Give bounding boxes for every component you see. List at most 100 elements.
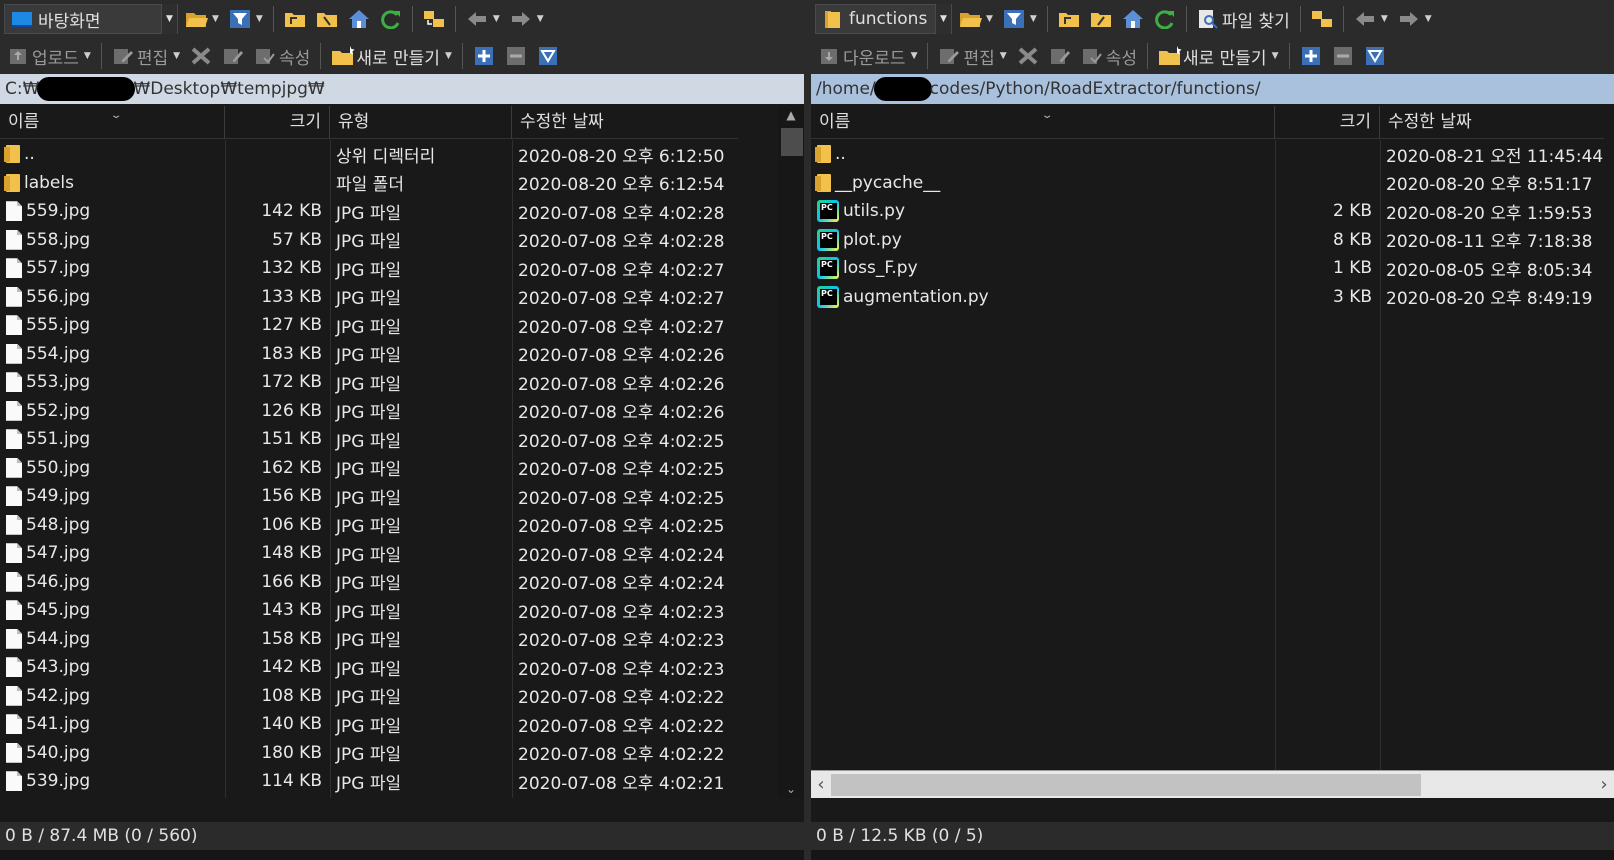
column-header-size[interactable]: 크기 [1275, 106, 1380, 139]
file-name: 545.jpg [26, 600, 91, 621]
parent-folder-button[interactable] [1055, 4, 1083, 34]
parent-folder-button[interactable] [281, 4, 309, 34]
file-row[interactable]: utils.py 2 KB 2020-08-20 오후 1:59:53 [811, 197, 1614, 226]
properties-button[interactable]: 속성 [251, 41, 313, 71]
right-file-list[interactable]: 이름 ⌄ 크기 수정한 날짜 .. 2020-08-21 오전 11:45:44 __… [811, 106, 1614, 798]
left-location-combo[interactable]: 바탕화면 ▼ [4, 4, 178, 34]
chevron-down-icon[interactable]: ▼ [161, 4, 177, 34]
scroll-right-icon[interactable]: › [1594, 771, 1614, 798]
edit-button[interactable]: 편집 ▼ [935, 41, 1009, 71]
file-name-cell: .. [811, 144, 1275, 164]
deselect-button[interactable] [502, 41, 530, 71]
forward-button[interactable]: ▼ [507, 4, 547, 34]
right-horizontal-scrollbar[interactable]: ‹ › [811, 770, 1614, 798]
sync-browse-button[interactable] [420, 4, 448, 34]
pane-splitter[interactable] [804, 0, 811, 860]
right-path-bar[interactable]: /home/codes/Python/RoadExtractor/functio… [811, 74, 1614, 104]
file-row[interactable]: 559.jpg 142 KB JPG 파일 2020-07-08 오후 4:02:28 [0, 197, 804, 226]
filter-button[interactable]: ▼ [226, 4, 266, 34]
rename-button[interactable] [1046, 41, 1074, 71]
file-row[interactable]: 544.jpg 158 KB JPG 파일 2020-07-08 오후 4:02:23 [0, 625, 804, 654]
filter-button[interactable]: ▼ [1000, 4, 1040, 34]
home-button[interactable] [345, 4, 373, 34]
new-button[interactable]: 새로 만들기 ▼ [1155, 41, 1282, 71]
home-button[interactable] [1119, 4, 1147, 34]
file-row[interactable]: 545.jpg 143 KB JPG 파일 2020-07-08 오후 4:02:23 [0, 596, 804, 625]
download-button[interactable]: 다운로드 ▼ [815, 41, 920, 71]
back-button[interactable]: ▼ [463, 4, 503, 34]
scroll-up-icon[interactable]: ▲ [778, 108, 804, 122]
root-folder-icon [1090, 9, 1112, 29]
select-all-button[interactable] [470, 41, 498, 71]
file-name: 541.jpg [26, 714, 91, 735]
right-location-combo[interactable]: functions ▼ [815, 4, 952, 34]
file-row[interactable]: labels 파일 폴더 2020-08-20 오후 6:12:54 [0, 169, 804, 198]
file-type: JPG 파일 [336, 716, 402, 737]
file-row[interactable]: 555.jpg 127 KB JPG 파일 2020-07-08 오후 4:02:27 [0, 311, 804, 340]
file-row[interactable]: 552.jpg 126 KB JPG 파일 2020-07-08 오후 4:02:26 [0, 397, 804, 426]
left-path-bar[interactable]: C:₩ ₩Desktop₩tempjpg₩ [0, 74, 804, 104]
refresh-button[interactable] [377, 4, 405, 34]
file-row[interactable]: .. 상위 디렉터리 2020-08-20 오후 6:12:50 [0, 140, 804, 169]
column-header-name[interactable]: 이름 ⌄ [0, 106, 225, 139]
file-row[interactable]: 543.jpg 142 KB JPG 파일 2020-07-08 오후 4:02:23 [0, 653, 804, 682]
delete-button[interactable] [187, 41, 215, 71]
open-folder-button[interactable]: ▼ [956, 4, 996, 34]
redacted-username [873, 77, 932, 101]
file-row[interactable]: loss_F.py 1 KB 2020-08-05 오후 8:05:34 [811, 254, 1614, 283]
properties-button[interactable]: 속성 [1078, 41, 1140, 71]
file-row[interactable]: 540.jpg 180 KB JPG 파일 2020-07-08 오후 4:02:22 [0, 739, 804, 768]
column-header-size[interactable]: 크기 [225, 106, 330, 139]
file-row[interactable]: 556.jpg 133 KB JPG 파일 2020-07-08 오후 4:02:27 [0, 283, 804, 312]
file-row[interactable]: 542.jpg 108 KB JPG 파일 2020-07-08 오후 4:02:22 [0, 682, 804, 711]
column-header-modified[interactable]: 수정한 날짜 [512, 106, 738, 139]
rename-button[interactable] [219, 41, 247, 71]
left-vertical-scrollbar[interactable]: ▲ ⌄ [778, 106, 804, 798]
file-row[interactable]: 550.jpg 162 KB JPG 파일 2020-07-08 오후 4:02:25 [0, 454, 804, 483]
file-row[interactable]: augmentation.py 3 KB 2020-08-20 오후 8:49:19 [811, 283, 1614, 312]
sync-browse-button[interactable] [1308, 4, 1336, 34]
upload-button[interactable]: 업로드 ▼ [4, 41, 94, 71]
refresh-button[interactable] [1151, 4, 1179, 34]
file-row[interactable]: 557.jpg 132 KB JPG 파일 2020-07-08 오후 4:02:27 [0, 254, 804, 283]
scroll-left-icon[interactable]: ‹ [811, 771, 831, 798]
scroll-thumb[interactable] [781, 128, 803, 156]
file-row[interactable]: .. 2020-08-21 오전 11:45:44 [811, 140, 1614, 169]
select-all-button[interactable] [1297, 41, 1325, 71]
column-header-name[interactable]: 이름 ⌄ [811, 106, 1275, 139]
forward-button[interactable]: ▼ [1395, 4, 1435, 34]
file-row[interactable]: 551.jpg 151 KB JPG 파일 2020-07-08 오후 4:02:25 [0, 425, 804, 454]
file-row[interactable]: __pycache__ 2020-08-20 오후 8:51:17 [811, 169, 1614, 198]
scroll-down-icon[interactable]: ⌄ [778, 782, 804, 796]
deselect-button[interactable] [1329, 41, 1357, 71]
bottom-strip [0, 850, 804, 860]
filter-select-button[interactable] [534, 41, 562, 71]
file-row[interactable]: 558.jpg 57 KB JPG 파일 2020-07-08 오후 4:02:28 [0, 226, 804, 255]
column-header-type[interactable]: 유형 [330, 106, 512, 139]
file-row[interactable]: 539.jpg 114 KB JPG 파일 2020-07-08 오후 4:02:21 [0, 767, 804, 796]
back-button[interactable]: ▼ [1351, 4, 1391, 34]
edit-button[interactable]: 편집 ▼ [109, 41, 183, 71]
file-row[interactable]: 549.jpg 156 KB JPG 파일 2020-07-08 오후 4:02:25 [0, 482, 804, 511]
delete-button[interactable] [1014, 41, 1042, 71]
file-row[interactable]: 554.jpg 183 KB JPG 파일 2020-07-08 오후 4:02:26 [0, 340, 804, 369]
filter-select-button[interactable] [1361, 41, 1389, 71]
properties-label: 속성 [1105, 48, 1137, 69]
left-file-list[interactable]: 이름 ⌄ 크기 유형 수정한 날짜 .. 상위 디렉터리 2020-08-20 오후 … [0, 106, 804, 798]
file-row[interactable]: 547.jpg 148 KB JPG 파일 2020-07-08 오후 4:02:24 [0, 539, 804, 568]
file-row[interactable]: 541.jpg 140 KB JPG 파일 2020-07-08 오후 4:02:22 [0, 710, 804, 739]
open-folder-button[interactable]: ▼ [182, 4, 222, 34]
root-folder-button[interactable] [1087, 4, 1115, 34]
scroll-thumb[interactable] [831, 774, 1421, 796]
find-files-button[interactable]: 파일 찾기 [1194, 4, 1293, 34]
file-row[interactable]: 548.jpg 106 KB JPG 파일 2020-07-08 오후 4:02:25 [0, 511, 804, 540]
file-size: 1 KB [1332, 258, 1372, 279]
root-folder-button[interactable] [313, 4, 341, 34]
file-row[interactable]: 553.jpg 172 KB JPG 파일 2020-07-08 오후 4:02:26 [0, 368, 804, 397]
new-button[interactable]: 새로 만들기 ▼ [328, 41, 455, 71]
column-header-modified[interactable]: 수정한 날짜 [1380, 106, 1604, 139]
file-name: 549.jpg [26, 486, 91, 507]
file-row[interactable]: 546.jpg 166 KB JPG 파일 2020-07-08 오후 4:02:24 [0, 568, 804, 597]
file-row[interactable]: plot.py 8 KB 2020-08-11 오후 7:18:38 [811, 226, 1614, 255]
chevron-down-icon[interactable]: ▼ [935, 4, 951, 34]
